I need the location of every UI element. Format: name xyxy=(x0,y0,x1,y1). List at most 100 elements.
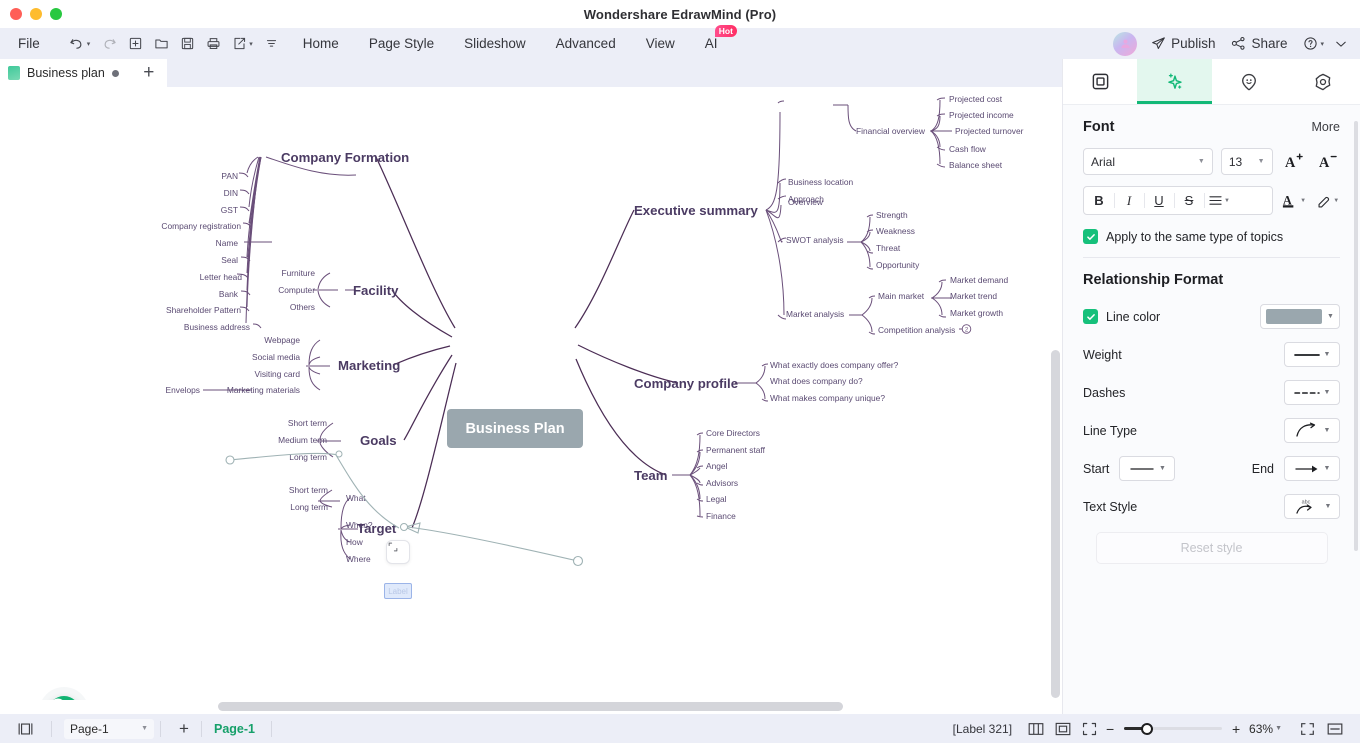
close-window-button[interactable] xyxy=(10,8,22,20)
apply-same-type-checkbox[interactable] xyxy=(1083,229,1098,244)
shape-style-tab[interactable] xyxy=(1063,59,1137,104)
collapse-corner-icon[interactable] xyxy=(386,540,410,564)
page-select[interactable]: Page-1 ▼ xyxy=(64,718,154,739)
node-shareholder-pattern: Shareholder Pattern xyxy=(166,305,241,315)
menu-file[interactable]: File xyxy=(18,36,40,51)
settings-tab[interactable] xyxy=(1286,59,1360,104)
decrease-font-icon[interactable]: A xyxy=(1314,149,1340,175)
chevron-down-icon[interactable]: ▼ xyxy=(1275,725,1282,732)
undo-dropdown-caret[interactable]: ▾ xyxy=(87,40,91,48)
node-furniture: Furniture xyxy=(281,268,315,278)
collapse-ribbon-button[interactable] xyxy=(1334,37,1348,51)
underline-button[interactable]: U xyxy=(1144,187,1174,214)
redo-icon[interactable] xyxy=(96,32,122,56)
end-arrow-select[interactable]: ▼ xyxy=(1284,456,1340,481)
weight-label: Weight xyxy=(1083,347,1122,362)
document-tab-business-plan[interactable]: Business plan xyxy=(0,59,131,87)
relationship-mid-handle xyxy=(335,450,343,458)
center-topic[interactable]: Business Plan xyxy=(447,409,583,448)
publish-label: Publish xyxy=(1171,36,1216,51)
fit-page-icon[interactable] xyxy=(1049,718,1076,740)
font-size-select[interactable]: 13 ▼ xyxy=(1220,148,1273,175)
bold-button[interactable]: B xyxy=(1084,187,1114,214)
add-page-button[interactable]: + xyxy=(167,719,201,739)
font-color-icon[interactable]: A ▼ xyxy=(1281,188,1307,214)
chevron-down-icon: ▼ xyxy=(1323,427,1331,434)
highlight-icon[interactable]: ▼ xyxy=(1314,188,1340,214)
avatar[interactable] xyxy=(1113,31,1138,56)
node-seal: Seal xyxy=(221,255,238,265)
horizontal-scrollbar-thumb[interactable] xyxy=(218,702,843,711)
zoom-value[interactable]: 63% xyxy=(1249,722,1273,736)
svg-text:A: A xyxy=(1319,155,1330,171)
node-pan: PAN xyxy=(221,171,238,181)
font-section-header: Font More xyxy=(1083,119,1340,135)
new-icon[interactable] xyxy=(122,32,148,56)
menu-advanced[interactable]: Advanced xyxy=(556,36,616,51)
maximize-window-button[interactable] xyxy=(50,8,62,20)
apply-same-type-row[interactable]: Apply to the same type of topics xyxy=(1083,229,1340,244)
menu-slideshow[interactable]: Slideshow xyxy=(464,36,526,51)
start-arrow-select[interactable]: ▼ xyxy=(1119,456,1176,481)
help-button[interactable]: ▾ xyxy=(1303,36,1330,51)
weight-select[interactable]: ▼ xyxy=(1284,342,1340,367)
sidebar-toggle-icon[interactable] xyxy=(12,718,39,740)
print-icon[interactable] xyxy=(200,32,226,56)
emoji-tab[interactable] xyxy=(1212,59,1286,104)
relationship-label[interactable]: Label xyxy=(384,583,412,599)
more-options-icon[interactable] xyxy=(259,32,285,56)
new-document-tab-button[interactable]: + xyxy=(130,59,167,87)
text-style-label: Text Style xyxy=(1083,499,1138,514)
dashes-select[interactable]: ▼ xyxy=(1284,380,1340,405)
font-more-button[interactable]: More xyxy=(1312,120,1340,134)
publish-button[interactable]: Publish xyxy=(1151,36,1215,51)
zoom-slider-knob[interactable] xyxy=(1141,722,1154,735)
zoom-slider[interactable] xyxy=(1124,722,1223,735)
zoom-in-button[interactable]: + xyxy=(1229,721,1243,737)
node-company-formation: Company Formation xyxy=(281,150,409,165)
node-market-demand: Market demand xyxy=(950,275,1009,285)
chevron-down-icon: ▼ xyxy=(141,725,148,732)
ai-style-tab[interactable] xyxy=(1137,59,1212,104)
save-icon[interactable] xyxy=(174,32,200,56)
mindmap-canvas[interactable]: PAN DIN GST Company registration Name Se… xyxy=(0,87,1062,700)
window-controls[interactable] xyxy=(10,8,62,20)
increase-font-icon[interactable]: A xyxy=(1281,149,1307,175)
current-page-tab[interactable]: Page-1 xyxy=(208,722,261,736)
text-style-row: Text Style abc ▼ xyxy=(1083,494,1340,519)
font-family-select[interactable]: Arial ▼ xyxy=(1083,148,1213,175)
line-color-picker[interactable]: ▼ xyxy=(1260,304,1340,329)
reset-style-button[interactable]: Reset style xyxy=(1095,532,1328,564)
line-color-checkbox[interactable] xyxy=(1083,309,1098,324)
split-view-icon[interactable] xyxy=(1321,718,1348,740)
svg-text:abc: abc xyxy=(1301,500,1310,506)
minimize-window-button[interactable] xyxy=(30,8,42,20)
outline-view-icon[interactable] xyxy=(1022,718,1049,740)
strikethrough-button[interactable]: S xyxy=(1174,187,1204,214)
fullscreen-icon[interactable] xyxy=(1294,718,1321,740)
menu-view[interactable]: View xyxy=(646,36,675,51)
help-dropdown-caret[interactable]: ▾ xyxy=(1320,40,1324,48)
node-marketing-materials: Marketing materials xyxy=(227,385,300,395)
open-icon[interactable] xyxy=(148,32,174,56)
share-button[interactable]: Share xyxy=(1231,36,1287,51)
menu-ai[interactable]: AI Hot xyxy=(705,25,737,51)
node-strength: Strength xyxy=(876,210,908,220)
export-dropdown-caret[interactable]: ▾ xyxy=(249,40,253,48)
menu-home[interactable]: Home xyxy=(303,36,339,51)
fit-canvas-icon[interactable] xyxy=(1076,718,1103,740)
align-icon[interactable]: ▼ xyxy=(1204,187,1234,214)
line-type-select[interactable]: ▼ xyxy=(1284,418,1340,443)
node-angel: Angel xyxy=(706,461,728,471)
panel-scrollbar-thumb[interactable] xyxy=(1354,121,1358,551)
text-style-select[interactable]: abc ▼ xyxy=(1284,494,1340,519)
sparkle-icon xyxy=(1168,73,1182,89)
relationship-start-handle xyxy=(225,455,235,465)
node-din: DIN xyxy=(224,188,238,198)
node-envelops: Envelops xyxy=(166,385,200,395)
status-divider xyxy=(160,720,161,737)
menu-page-style[interactable]: Page Style xyxy=(369,36,434,51)
vertical-scrollbar-thumb[interactable] xyxy=(1051,350,1060,698)
zoom-out-button[interactable]: − xyxy=(1103,721,1117,737)
italic-button[interactable]: I xyxy=(1114,187,1144,214)
